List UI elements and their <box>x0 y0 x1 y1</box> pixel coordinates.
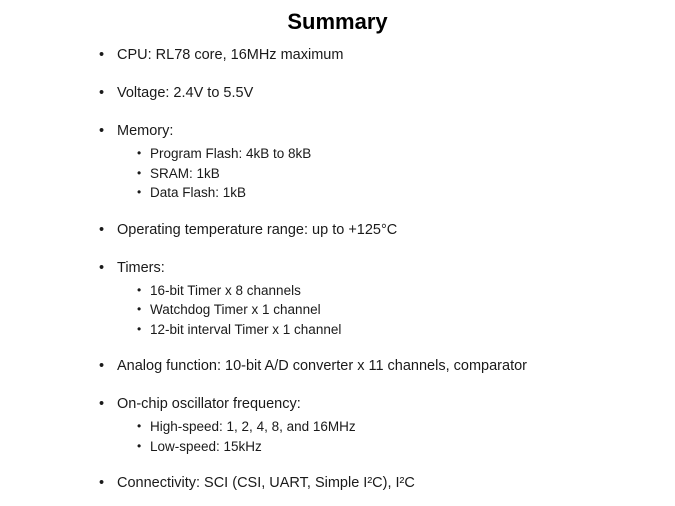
sub-bullet-dot-icon: • <box>137 438 142 453</box>
bullet-dot-icon: • <box>99 221 105 238</box>
sub-bullet-text: Data Flash: 1kB <box>150 185 247 200</box>
sub-bullet-text: Watchdog Timer x 1 channel <box>150 302 321 317</box>
bullet-item: • Timers: • 16-bit Timer x 8 channels • Watch… <box>0 258 675 340</box>
bullet-item: • Operating temperature range: up to +125… <box>0 220 675 241</box>
sub-bullet-list: • Program Flash: 4kB to 8kB • SRAM: 1kB • Dat… <box>0 144 675 203</box>
bullet-row-level2: • High-speed: 1, 2, 4, 8, and 16MHz <box>0 417 675 437</box>
slide-body: • CPU: RL78 core, 16MHz maximum • Voltage: … <box>0 45 675 494</box>
sub-bullet-list: • 16-bit Timer x 8 channels • Watchdog Time… <box>0 281 675 340</box>
sub-bullet-item: • 16-bit Timer x 8 channels <box>0 281 675 301</box>
bullet-dot-icon: • <box>99 396 105 412</box>
sub-bullet-text: High-speed: 1, 2, 4, 8, and 16MHz <box>150 419 356 434</box>
sub-bullet-text: Low-speed: 15kHz <box>150 438 262 454</box>
bullet-row-level1: • Analog function: 10-bit A/D converter x… <box>0 356 675 377</box>
bullet-row-level1: • Timers: <box>0 258 675 279</box>
bullet-text: Operating temperature range: up to +125°… <box>117 221 398 238</box>
bullet-row-level1: • Operating temperature range: up to +125… <box>0 220 675 241</box>
sub-bullet-item: • SRAM: 1kB <box>0 164 675 184</box>
page-title: Summary <box>287 9 388 34</box>
sub-bullet-dot-icon: • <box>137 146 142 160</box>
bullet-text: On-chip oscillator frequency: <box>117 396 301 412</box>
bullet-dot-icon: • <box>99 47 105 63</box>
bullet-item: • On-chip oscillator frequency: • High-spee… <box>0 394 675 456</box>
bullet-row-level2: • SRAM: 1kB <box>0 164 675 184</box>
bullet-row-level1: • Voltage: 2.4V to 5.5V <box>0 83 675 104</box>
sub-bullet-text: Program Flash: 4kB to 8kB <box>150 146 312 161</box>
bullet-row-level1: • Connectivity: SCI (CSI, UART, Simple I²… <box>0 473 675 494</box>
bullet-item: • Memory: • Program Flash: 4kB to 8kB • SRAM:… <box>0 121 675 203</box>
bullet-text: Voltage: 2.4V to 5.5V <box>117 85 254 101</box>
sub-bullet-item: • Data Flash: 1kB <box>0 183 675 203</box>
sub-bullet-item: • 12-bit interval Timer x 1 channel <box>0 320 675 340</box>
bullet-row-level2: • Low-speed: 15kHz <box>0 437 675 457</box>
bullet-row-level1: • CPU: RL78 core, 16MHz maximum <box>0 45 675 66</box>
sub-bullet-dot-icon: • <box>137 302 142 316</box>
sub-bullet-text: 12-bit interval Timer x 1 channel <box>150 321 342 337</box>
bullet-dot-icon: • <box>99 259 105 276</box>
bullet-text: Analog function: 10-bit A/D converter x … <box>117 358 527 374</box>
bullet-row-level2: • 12-bit interval Timer x 1 channel <box>0 320 675 340</box>
bullet-text: Timers: <box>117 259 165 276</box>
bullet-list: • CPU: RL78 core, 16MHz maximum • Voltage: … <box>0 45 675 494</box>
sub-bullet-dot-icon: • <box>137 282 142 297</box>
bullet-row-level1: • On-chip oscillator frequency: <box>0 394 675 415</box>
sub-bullet-item: • High-speed: 1, 2, 4, 8, and 16MHz <box>0 417 675 437</box>
bullet-text: CPU: RL78 core, 16MHz maximum <box>117 47 344 63</box>
bullet-item: • Analog function: 10-bit A/D converter x… <box>0 356 675 377</box>
sub-bullet-text: 16-bit Timer x 8 channels <box>150 282 301 298</box>
bullet-item: • Voltage: 2.4V to 5.5V <box>0 83 675 104</box>
sub-bullet-text: SRAM: 1kB <box>150 165 220 181</box>
bullet-dot-icon: • <box>99 475 105 491</box>
bullet-text: Connectivity: SCI (CSI, UART, Simple I²C… <box>117 475 415 491</box>
sub-bullet-list: • High-speed: 1, 2, 4, 8, and 16MHz • Low-s… <box>0 417 675 456</box>
bullet-dot-icon: • <box>99 85 105 101</box>
sub-bullet-dot-icon: • <box>137 185 142 199</box>
slide-canvas: Summary • CPU: RL78 core, 16MHz maximum • V… <box>0 0 675 506</box>
sub-bullet-item: • Watchdog Timer x 1 channel <box>0 300 675 320</box>
bullet-row-level2: • Program Flash: 4kB to 8kB <box>0 144 675 164</box>
sub-bullet-dot-icon: • <box>137 165 142 180</box>
bullet-item: • CPU: RL78 core, 16MHz maximum <box>0 45 675 66</box>
bullet-dot-icon: • <box>99 358 105 374</box>
bullet-row-level2: • Watchdog Timer x 1 channel <box>0 300 675 320</box>
bullet-row-level2: • Data Flash: 1kB <box>0 183 675 203</box>
sub-bullet-dot-icon: • <box>137 321 142 336</box>
sub-bullet-item: • Low-speed: 15kHz <box>0 437 675 457</box>
bullet-row-level1: • Memory: <box>0 121 675 142</box>
sub-bullet-item: • Program Flash: 4kB to 8kB <box>0 144 675 164</box>
bullet-item: • Connectivity: SCI (CSI, UART, Simple I²… <box>0 473 675 494</box>
bullet-text: Memory: <box>117 123 174 139</box>
bullet-dot-icon: • <box>99 123 105 139</box>
bullet-row-level2: • 16-bit Timer x 8 channels <box>0 281 675 301</box>
sub-bullet-dot-icon: • <box>137 419 142 433</box>
